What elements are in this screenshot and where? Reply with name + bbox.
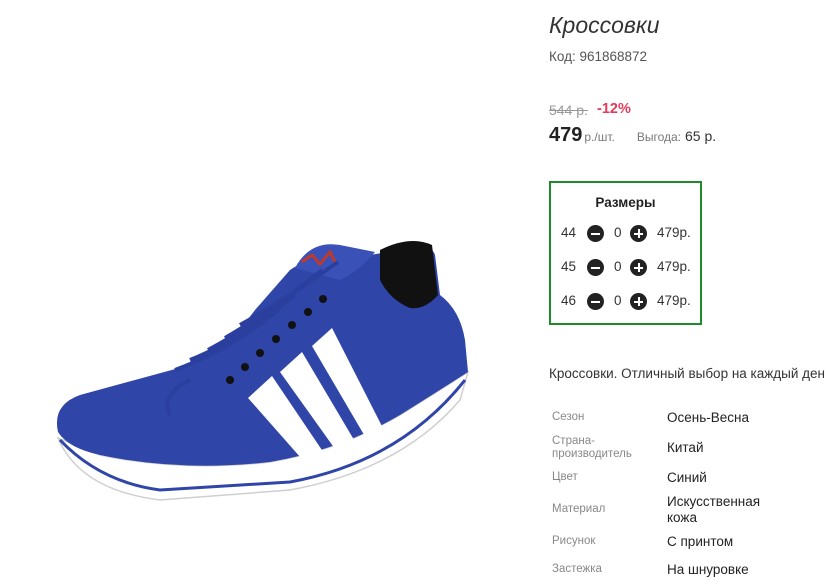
old-price: 544 р. xyxy=(549,102,588,118)
size-quantity: 0 xyxy=(614,293,622,308)
sizes-title: Размеры xyxy=(595,195,656,210)
size-price: 479р. xyxy=(657,225,691,240)
size-row-45: 45 0 479р. xyxy=(551,257,702,279)
plus-icon[interactable] xyxy=(630,259,647,276)
plus-icon[interactable] xyxy=(630,225,647,242)
product-title: Кроссовки xyxy=(549,12,660,38)
plus-icon[interactable] xyxy=(630,293,647,310)
minus-icon[interactable] xyxy=(587,225,604,242)
savings-value: 65 р. xyxy=(685,128,717,144)
price-row: 479 р./шт. Выгода: 65 р. xyxy=(549,124,716,147)
spec-label-color: Цвет xyxy=(552,471,578,483)
spec-value-country: Китай xyxy=(667,440,704,455)
spec-value-color: Синий xyxy=(667,470,707,485)
size-price: 479р. xyxy=(657,293,691,308)
spec-label-season: Сезон xyxy=(552,411,585,423)
minus-icon[interactable] xyxy=(587,293,604,310)
sizes-selector: Размеры 44 0 479р. 45 0 479р. 46 0 479р. xyxy=(549,181,702,325)
minus-icon[interactable] xyxy=(587,259,604,276)
spec-value-fastening: На шнуровке xyxy=(667,562,749,577)
size-label: 46 xyxy=(561,293,577,308)
spec-value-season: Осень-Весна xyxy=(667,410,749,425)
product-description: Кроссовки. Отличный выбор на каждый ден xyxy=(549,366,825,381)
discount-badge: -12% xyxy=(597,101,631,117)
spec-label-material: Материал xyxy=(552,503,606,515)
spec-label-pattern: Рисунок xyxy=(552,535,596,547)
spec-label-fastening: Застежка xyxy=(552,563,602,575)
savings-label: Выгода: xyxy=(636,130,682,144)
sneaker-product-photo-icon xyxy=(56,241,470,501)
size-label: 45 xyxy=(561,259,577,274)
size-quantity: 0 xyxy=(614,259,622,274)
spec-label-country: Страна- производитель xyxy=(552,435,632,460)
current-price: 479 xyxy=(549,124,583,146)
size-row-46: 46 0 479р. xyxy=(551,291,702,313)
spec-value-pattern: С принтом xyxy=(667,534,734,549)
spec-value-material: Искусственная кожа xyxy=(667,494,761,525)
size-row-44: 44 0 479р. xyxy=(551,223,702,245)
price-unit: р./шт. xyxy=(584,130,615,144)
size-price: 479р. xyxy=(657,259,691,274)
size-quantity: 0 xyxy=(614,225,622,240)
product-code: Код: 961868872 xyxy=(549,49,648,64)
size-label: 44 xyxy=(561,225,577,240)
product-image[interactable] xyxy=(40,200,480,520)
